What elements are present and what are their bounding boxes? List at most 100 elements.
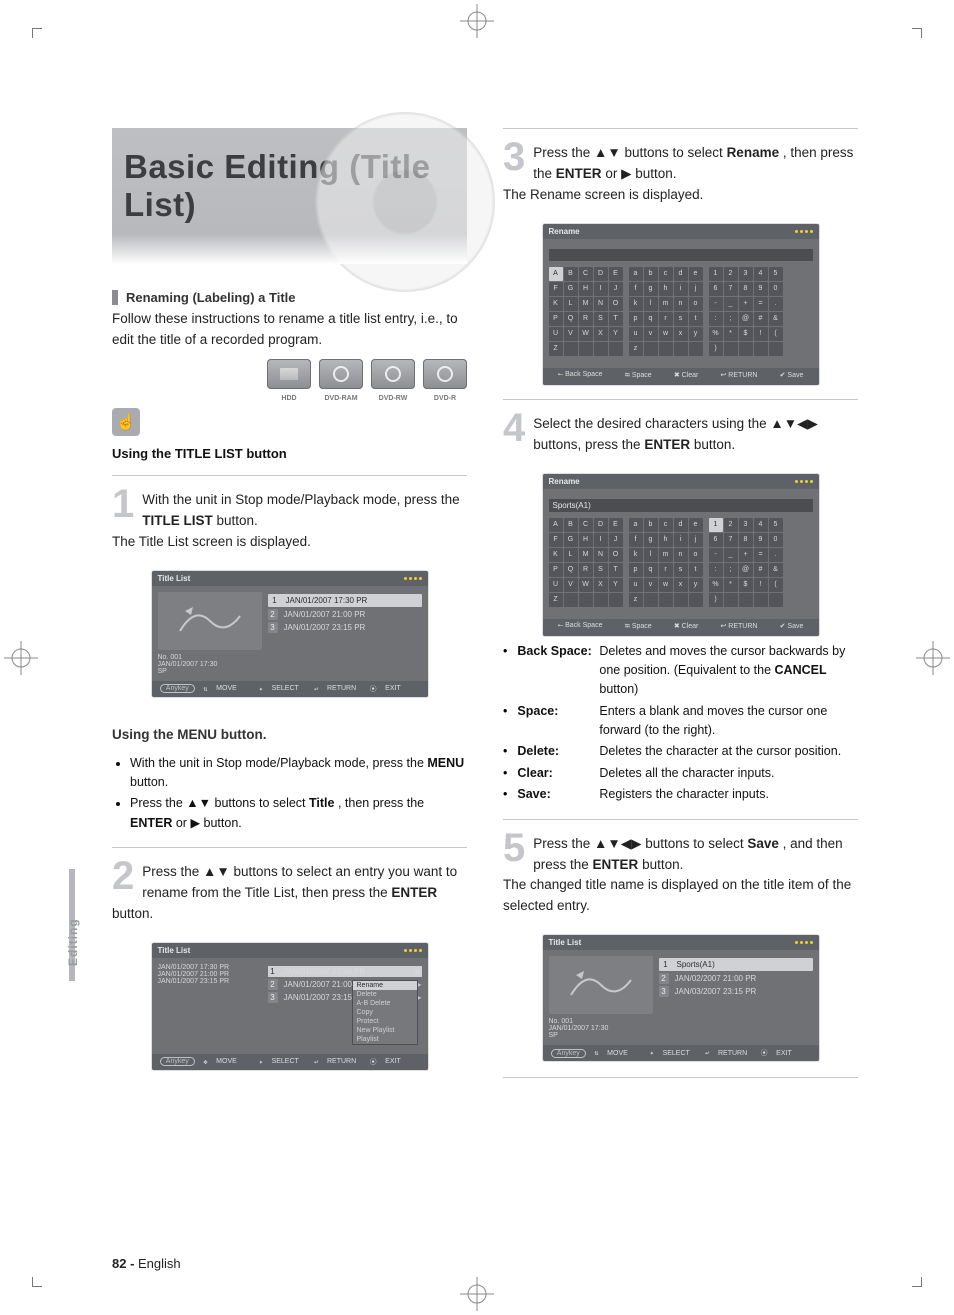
kb-key: N: [594, 548, 608, 562]
applicable-media-icons: [112, 359, 467, 389]
kb-key: [579, 593, 593, 607]
return-icon: ↩: [314, 685, 318, 693]
alt2a: Press the ▲▼ buttons to select: [130, 796, 309, 810]
list-item: 2 JAN/02/2007 21:00 PR: [659, 973, 813, 984]
kb-key: t: [689, 563, 703, 577]
screen-title-list-popup: Title List JAN/01/2007 17:30 PR JAN/01/2…: [152, 943, 428, 1070]
step-3: 3 Press the ▲▼ buttons to select Rename …: [503, 139, 858, 214]
meta-sp: SP: [158, 668, 262, 675]
kb-key: _: [724, 548, 738, 562]
kb-key: F: [549, 533, 563, 547]
meta-date2: JAN/01/2007 21:00 PR: [158, 971, 262, 978]
kb-key: e: [689, 518, 703, 532]
kb-key: [739, 593, 753, 607]
menu-item-delete: Delete: [353, 990, 417, 999]
clear-label: Clear: [682, 623, 699, 630]
kb-key: a: [629, 267, 643, 281]
menu-item-playlist: Playlist: [353, 1035, 417, 1044]
kb-key: [609, 593, 623, 607]
menu-button-ref: MENU: [427, 756, 464, 770]
kb-key: j: [689, 533, 703, 547]
kb-key: H: [579, 282, 593, 296]
list-item: 3 JAN/03/2007 23:15 PR: [659, 986, 813, 997]
kb-key: w: [659, 578, 673, 592]
kb-key: t: [689, 312, 703, 326]
kb-key: [689, 593, 703, 607]
title-list-button-ref: TITLE LIST: [142, 513, 213, 528]
kb-key: Q: [564, 312, 578, 326]
banner-disc-art: [315, 112, 495, 292]
kb-key: 3: [739, 518, 753, 532]
meta-date: JAN/01/2007 17:30: [158, 661, 262, 668]
kb-key: n: [674, 548, 688, 562]
step2-text-b: button.: [112, 906, 153, 921]
fn-backspace-label: Back Space:: [517, 642, 593, 700]
kb-key: &: [769, 312, 783, 326]
keyboard-toolbar: ⭠ Back Space ⭾ Space ✖ Clear ↩ RETURN ✔ …: [543, 368, 819, 385]
menu-item-protect: Protect: [353, 1017, 417, 1026]
kb-key: L: [564, 548, 578, 562]
screen-toolbar: Anykey ✥MOVE ✦SELECT ↩RETURN ⦿EXIT: [152, 1054, 428, 1070]
kb-key: W: [579, 327, 593, 341]
kb-key: #: [754, 312, 768, 326]
kb-key: A: [549, 267, 563, 281]
kb-key: E: [609, 267, 623, 281]
fn-save-label: Save:: [517, 785, 593, 804]
kb-key: @: [739, 312, 753, 326]
kb-key: S: [594, 312, 608, 326]
menu-item-abdelete: A-B Delete: [353, 999, 417, 1008]
row-index: 3: [268, 992, 278, 1003]
crop-mark: [912, 1277, 922, 1287]
save-label: Save: [787, 623, 803, 630]
kb-key: N: [594, 297, 608, 311]
backspace-label: Back Space: [565, 622, 602, 629]
return-label: RETURN: [728, 372, 757, 379]
reg-mark-left: [4, 641, 38, 675]
hdd-label: HDD: [267, 395, 311, 402]
step-number: 5: [503, 830, 525, 866]
move-label: MOVE: [607, 1050, 641, 1057]
select-label: SELECT: [663, 1050, 697, 1057]
keyboard-function-list: •Back Space: Deletes and moves the curso…: [503, 642, 858, 805]
title-option-ref: Title: [309, 796, 334, 810]
kb-key: f: [629, 533, 643, 547]
kb-key: *: [724, 327, 738, 341]
row-text: JAN/03/2007 23:15 PR: [675, 987, 757, 996]
kb-key: v: [644, 578, 658, 592]
space-label: Space: [632, 372, 652, 379]
kb-key: m: [659, 297, 673, 311]
enter-button-ref: ENTER: [130, 816, 172, 830]
kb-key: A: [549, 518, 563, 532]
kb-key: ): [709, 342, 723, 356]
kb-key: o: [689, 548, 703, 562]
title-thumbnail: [158, 592, 262, 650]
row-index: 1: [270, 595, 280, 606]
kb-key: h: [659, 282, 673, 296]
kb-key: c: [659, 267, 673, 281]
kb-key: P: [549, 312, 563, 326]
section-heading: Renaming (Labeling) a Title: [112, 290, 467, 305]
kb-key: T: [609, 563, 623, 577]
onscreen-keyboard: ABCDEFGHIJKLMNOPQRSTUVWXYZabcdefghijklmn…: [549, 267, 813, 356]
kb-key: M: [579, 548, 593, 562]
fn-delete-txt: Deletes the character at the cursor posi…: [599, 742, 841, 761]
backspace-label: Back Space: [565, 371, 602, 378]
kb-key: r: [659, 312, 673, 326]
kb-key: 0: [769, 282, 783, 296]
kb-key: k: [629, 548, 643, 562]
kb-key: %: [709, 578, 723, 592]
step-1: 1 With the unit in Stop mode/Playback mo…: [112, 486, 467, 561]
kb-key: [724, 593, 738, 607]
chevron-right-icon: ▶: [415, 967, 421, 976]
keyboard-toolbar: ⭠ Back Space ⭾ Space ✖ Clear ↩ RETURN ✔ …: [543, 619, 819, 636]
kb-key: y: [689, 327, 703, 341]
kb-key: s: [674, 312, 688, 326]
kb-key: Y: [609, 327, 623, 341]
move-label: MOVE: [216, 685, 250, 692]
hand-icon: ☝: [112, 408, 140, 436]
kb-key: [769, 593, 783, 607]
screen-title: Title List: [549, 938, 582, 947]
exit-label: EXIT: [385, 685, 419, 692]
kb-key: e: [689, 267, 703, 281]
kb-key: $: [739, 327, 753, 341]
